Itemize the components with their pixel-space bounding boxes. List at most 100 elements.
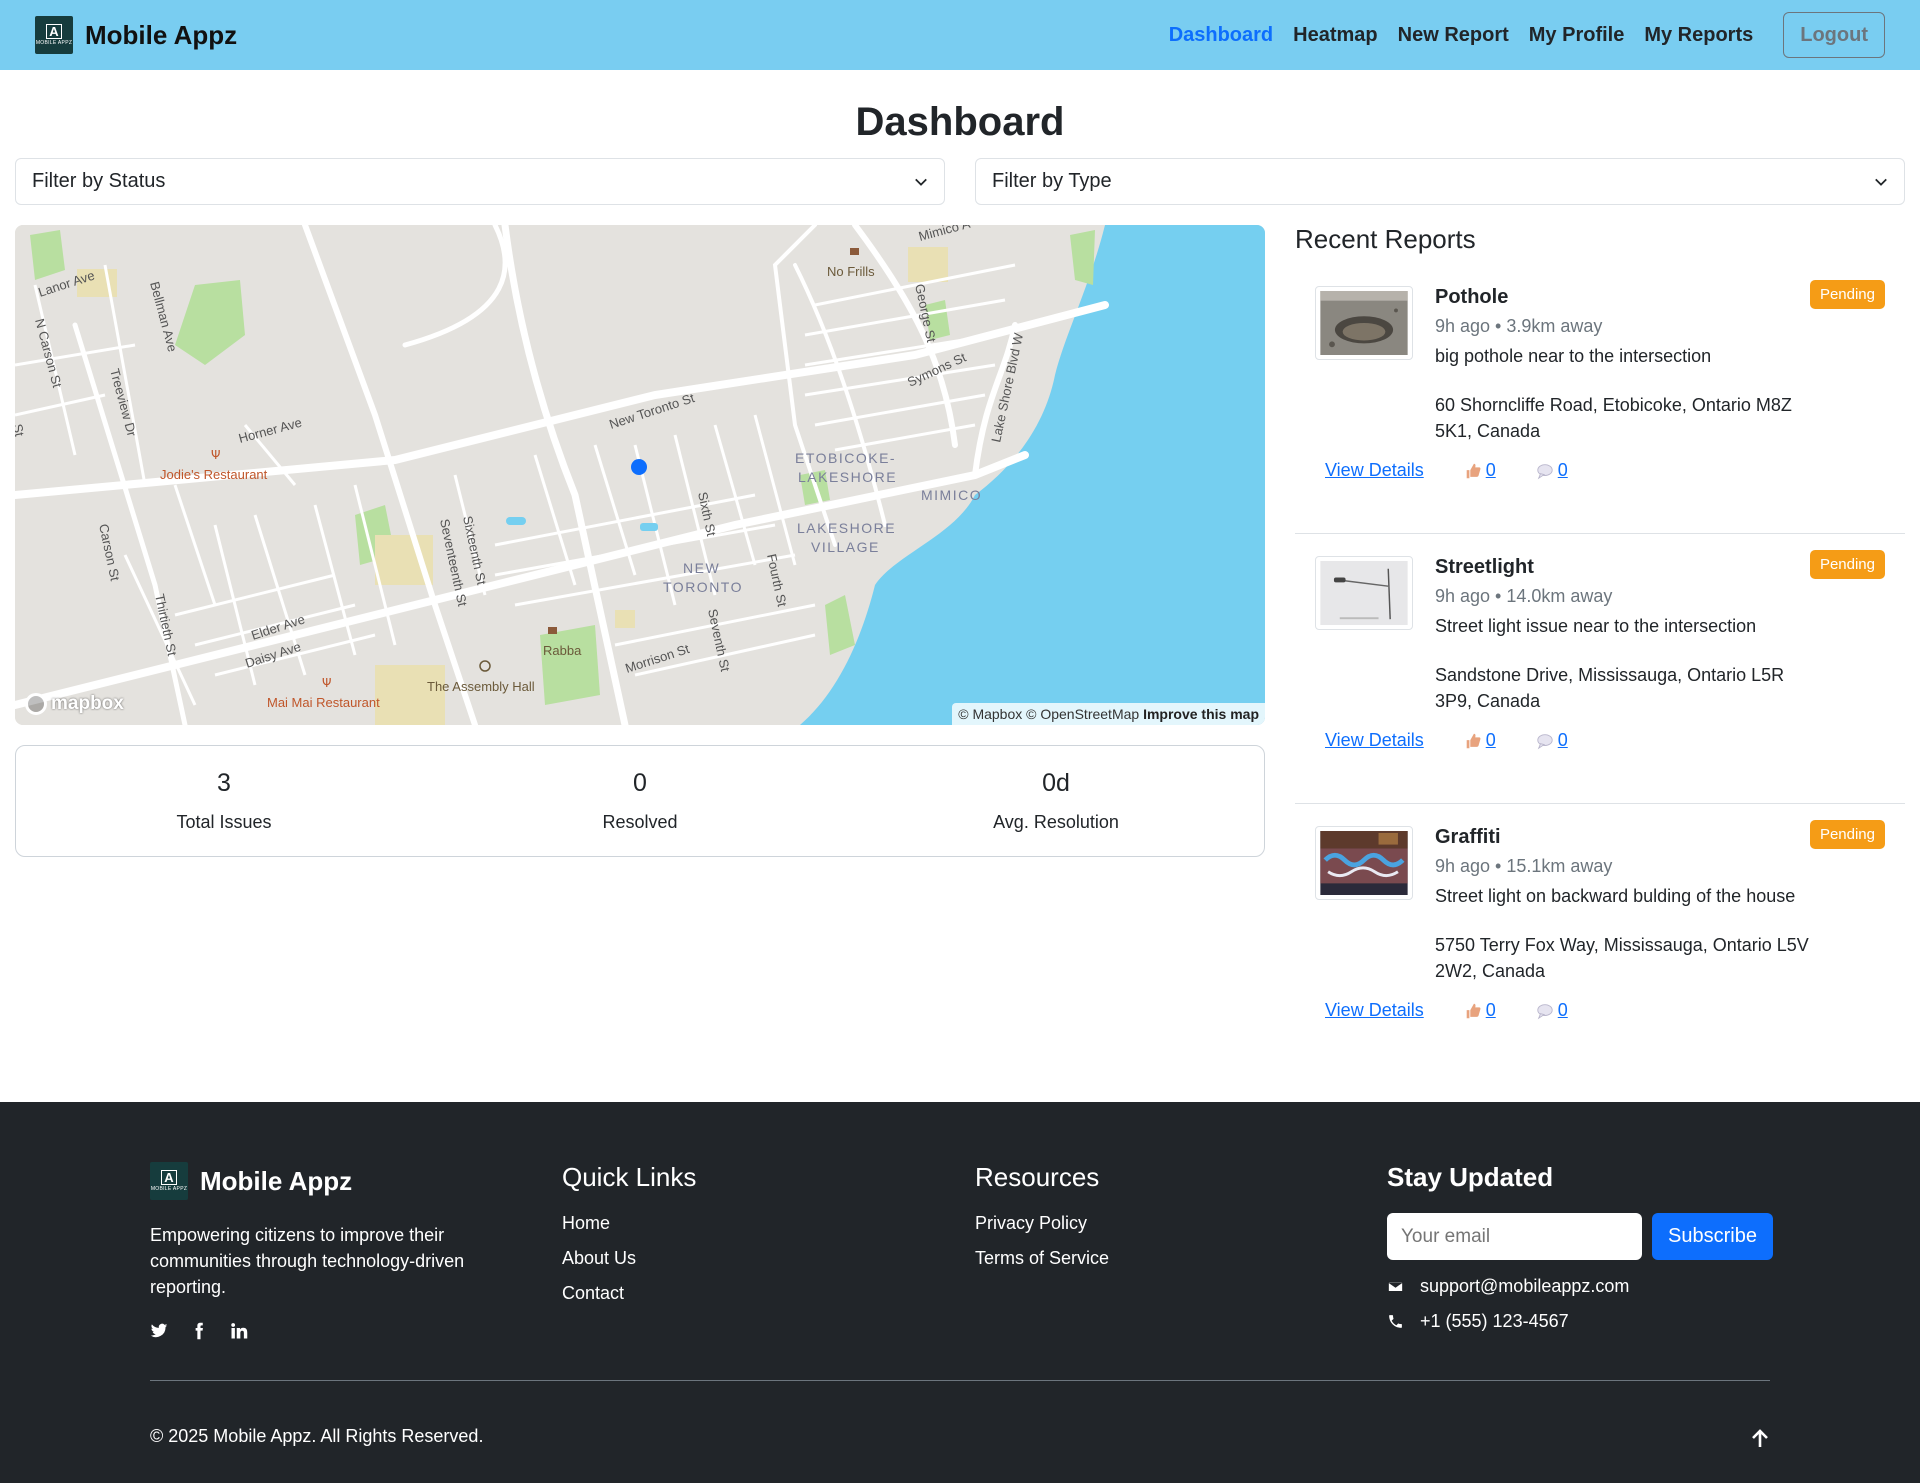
comment-count: 0 [1557,730,1568,750]
footer-brand-name: Mobile Appz [200,1165,353,1196]
resources-column: Resources Privacy Policy Terms of Servic… [975,1162,1109,1269]
attribution-text[interactable]: © Mapbox © OpenStreetMap [958,706,1139,722]
poi-label: Rabba [543,643,582,658]
like-count: 0 [1485,1000,1496,1020]
footer-description: Empowering citizens to improve their com… [150,1225,465,1297]
comment-icon [1537,733,1553,749]
chevron-down-icon [915,178,927,186]
report-meta: 9h ago • 14.0km away [1435,586,1613,606]
footer-link-home[interactable]: Home [562,1213,696,1234]
contact-info: support@mobileappz.com +1 (555) 123-4567 [1387,1276,1773,1332]
streetlight-image [1320,561,1408,625]
view-details-link[interactable]: View Details [1325,730,1424,751]
stat-label: Resolved [602,812,678,832]
map-attribution: © Mapbox © OpenStreetMap Improve this ma… [952,703,1265,725]
logout-button[interactable]: Logout [1783,12,1885,58]
nav-my-profile[interactable]: My Profile [1529,24,1625,47]
nav-dashboard[interactable]: Dashboard [1169,24,1273,47]
report-thumbnail[interactable] [1315,826,1413,900]
type-filter-select[interactable]: Filter by Type [975,158,1905,205]
neighbourhood-label: NEW [683,560,720,576]
report-thumbnail[interactable] [1315,286,1413,360]
neighbourhood-label: MIMICO [921,487,982,503]
neighbourhood-label: TORONTO [663,579,743,595]
status-filter-select[interactable]: Filter by Status [15,158,945,205]
like-button[interactable]: 0 [1464,460,1496,481]
comment-button[interactable]: 0 [1536,730,1568,751]
thumbs-up-icon [1466,733,1481,748]
contact-email-text[interactable]: support@mobileappz.com [1420,1276,1629,1297]
map[interactable]: Lanor Ave N Carson St Bellman Ave Treevi… [15,225,1265,725]
stat-total-issues: 3 Total Issues [16,746,432,856]
contact-phone: +1 (555) 123-4567 [1387,1311,1773,1332]
report-thumbnail[interactable] [1315,556,1413,630]
comment-icon [1537,463,1553,479]
report-title: Streetlight [1435,556,1534,578]
shop-icon [850,248,859,255]
report-address: 5750 Terry Fox Way, Mississauga, Ontario… [1435,935,1809,981]
view-details-link[interactable]: View Details [1325,460,1424,481]
nav-new-report[interactable]: New Report [1398,24,1509,47]
report-description: Street light issue near to the intersect… [1435,616,1757,636]
status-filter-value: Filter by Status [32,170,166,192]
pond [506,517,526,525]
comment-button[interactable]: 0 [1536,1000,1568,1021]
report-description: big pothole near to the intersection [1435,346,1712,366]
pond [640,523,658,531]
stat-value: 0 [633,769,647,797]
footer-brand-column: A MOBILE APPZ Mobile Appz Empowering cit… [150,1162,490,1340]
stat-label: Total Issues [176,812,272,832]
footer-link-about[interactable]: About Us [562,1248,696,1269]
contact-phone-text[interactable]: +1 (555) 123-4567 [1420,1311,1569,1332]
app-logo: A MOBILE APPZ [35,16,73,54]
report-address: Sandstone Drive, Mississauga, Ontario L5… [1435,665,1785,711]
mapbox-logo[interactable]: mapbox [25,693,124,715]
mapbox-logo-icon [25,693,47,715]
comment-button[interactable]: 0 [1536,460,1568,481]
report-title: Graffiti [1435,826,1501,848]
facebook-icon[interactable] [190,1322,208,1340]
graffiti-image [1320,831,1408,895]
brand-name: Mobile Appz [85,19,238,50]
mapbox-logo-text: mapbox [51,693,124,714]
report-actions: View Details 0 0 [1325,1000,1568,1021]
logo-letter: A [161,1170,177,1185]
comment-icon [1537,1003,1553,1019]
report-actions: View Details 0 0 [1325,460,1568,481]
report-description: Street light on backward bulding of the … [1435,886,1796,906]
quick-links-column: Quick Links Home About Us Contact [562,1162,696,1304]
arrow-up-icon[interactable] [1750,1429,1770,1449]
nav-heatmap[interactable]: Heatmap [1293,24,1377,47]
neighbourhood-label: LAKESHORE [797,520,896,536]
quick-links: Home About Us Contact [562,1213,696,1304]
footer-divider [150,1380,1770,1381]
like-button[interactable]: 0 [1464,1000,1496,1021]
report-card: Pothole Pending 9h ago • 3.9km away big … [1295,264,1905,534]
map-canvas[interactable]: Lanor Ave N Carson St Bellman Ave Treevi… [15,225,1265,725]
footer-link-privacy[interactable]: Privacy Policy [975,1213,1109,1234]
nav-links: Dashboard Heatmap New Report My Profile … [1169,12,1885,58]
footer-link-terms[interactable]: Terms of Service [975,1248,1109,1269]
brand[interactable]: A MOBILE APPZ Mobile Appz [35,16,237,54]
footer: A MOBILE APPZ Mobile Appz Empowering cit… [0,1102,1920,1483]
stat-value: 0d [1042,769,1070,797]
footer-brand[interactable]: A MOBILE APPZ Mobile Appz [150,1162,490,1200]
resources-links: Privacy Policy Terms of Service [975,1213,1109,1269]
report-meta: 9h ago • 15.1km away [1435,856,1613,876]
email-input[interactable] [1387,1213,1642,1260]
stat-avg-resolution: 0d Avg. Resolution [848,746,1264,856]
report-meta: 9h ago • 3.9km away [1435,316,1603,336]
subscribe-button[interactable]: Subscribe [1652,1213,1773,1260]
report-address: 60 Shorncliffe Road, Etobicoke, Ontario … [1435,395,1792,441]
footer-link-contact[interactable]: Contact [562,1283,696,1304]
report-marker[interactable] [631,459,647,475]
view-details-link[interactable]: View Details [1325,1000,1424,1021]
poi-label: The Assembly Hall [427,679,535,694]
nav-my-reports[interactable]: My Reports [1644,24,1753,47]
phone-icon [1389,1315,1402,1328]
twitter-icon[interactable] [150,1322,168,1340]
improve-map-link[interactable]: Improve this map [1143,706,1259,722]
linkedin-icon[interactable] [230,1322,248,1340]
like-button[interactable]: 0 [1464,730,1496,751]
footer-logo: A MOBILE APPZ [150,1162,188,1200]
